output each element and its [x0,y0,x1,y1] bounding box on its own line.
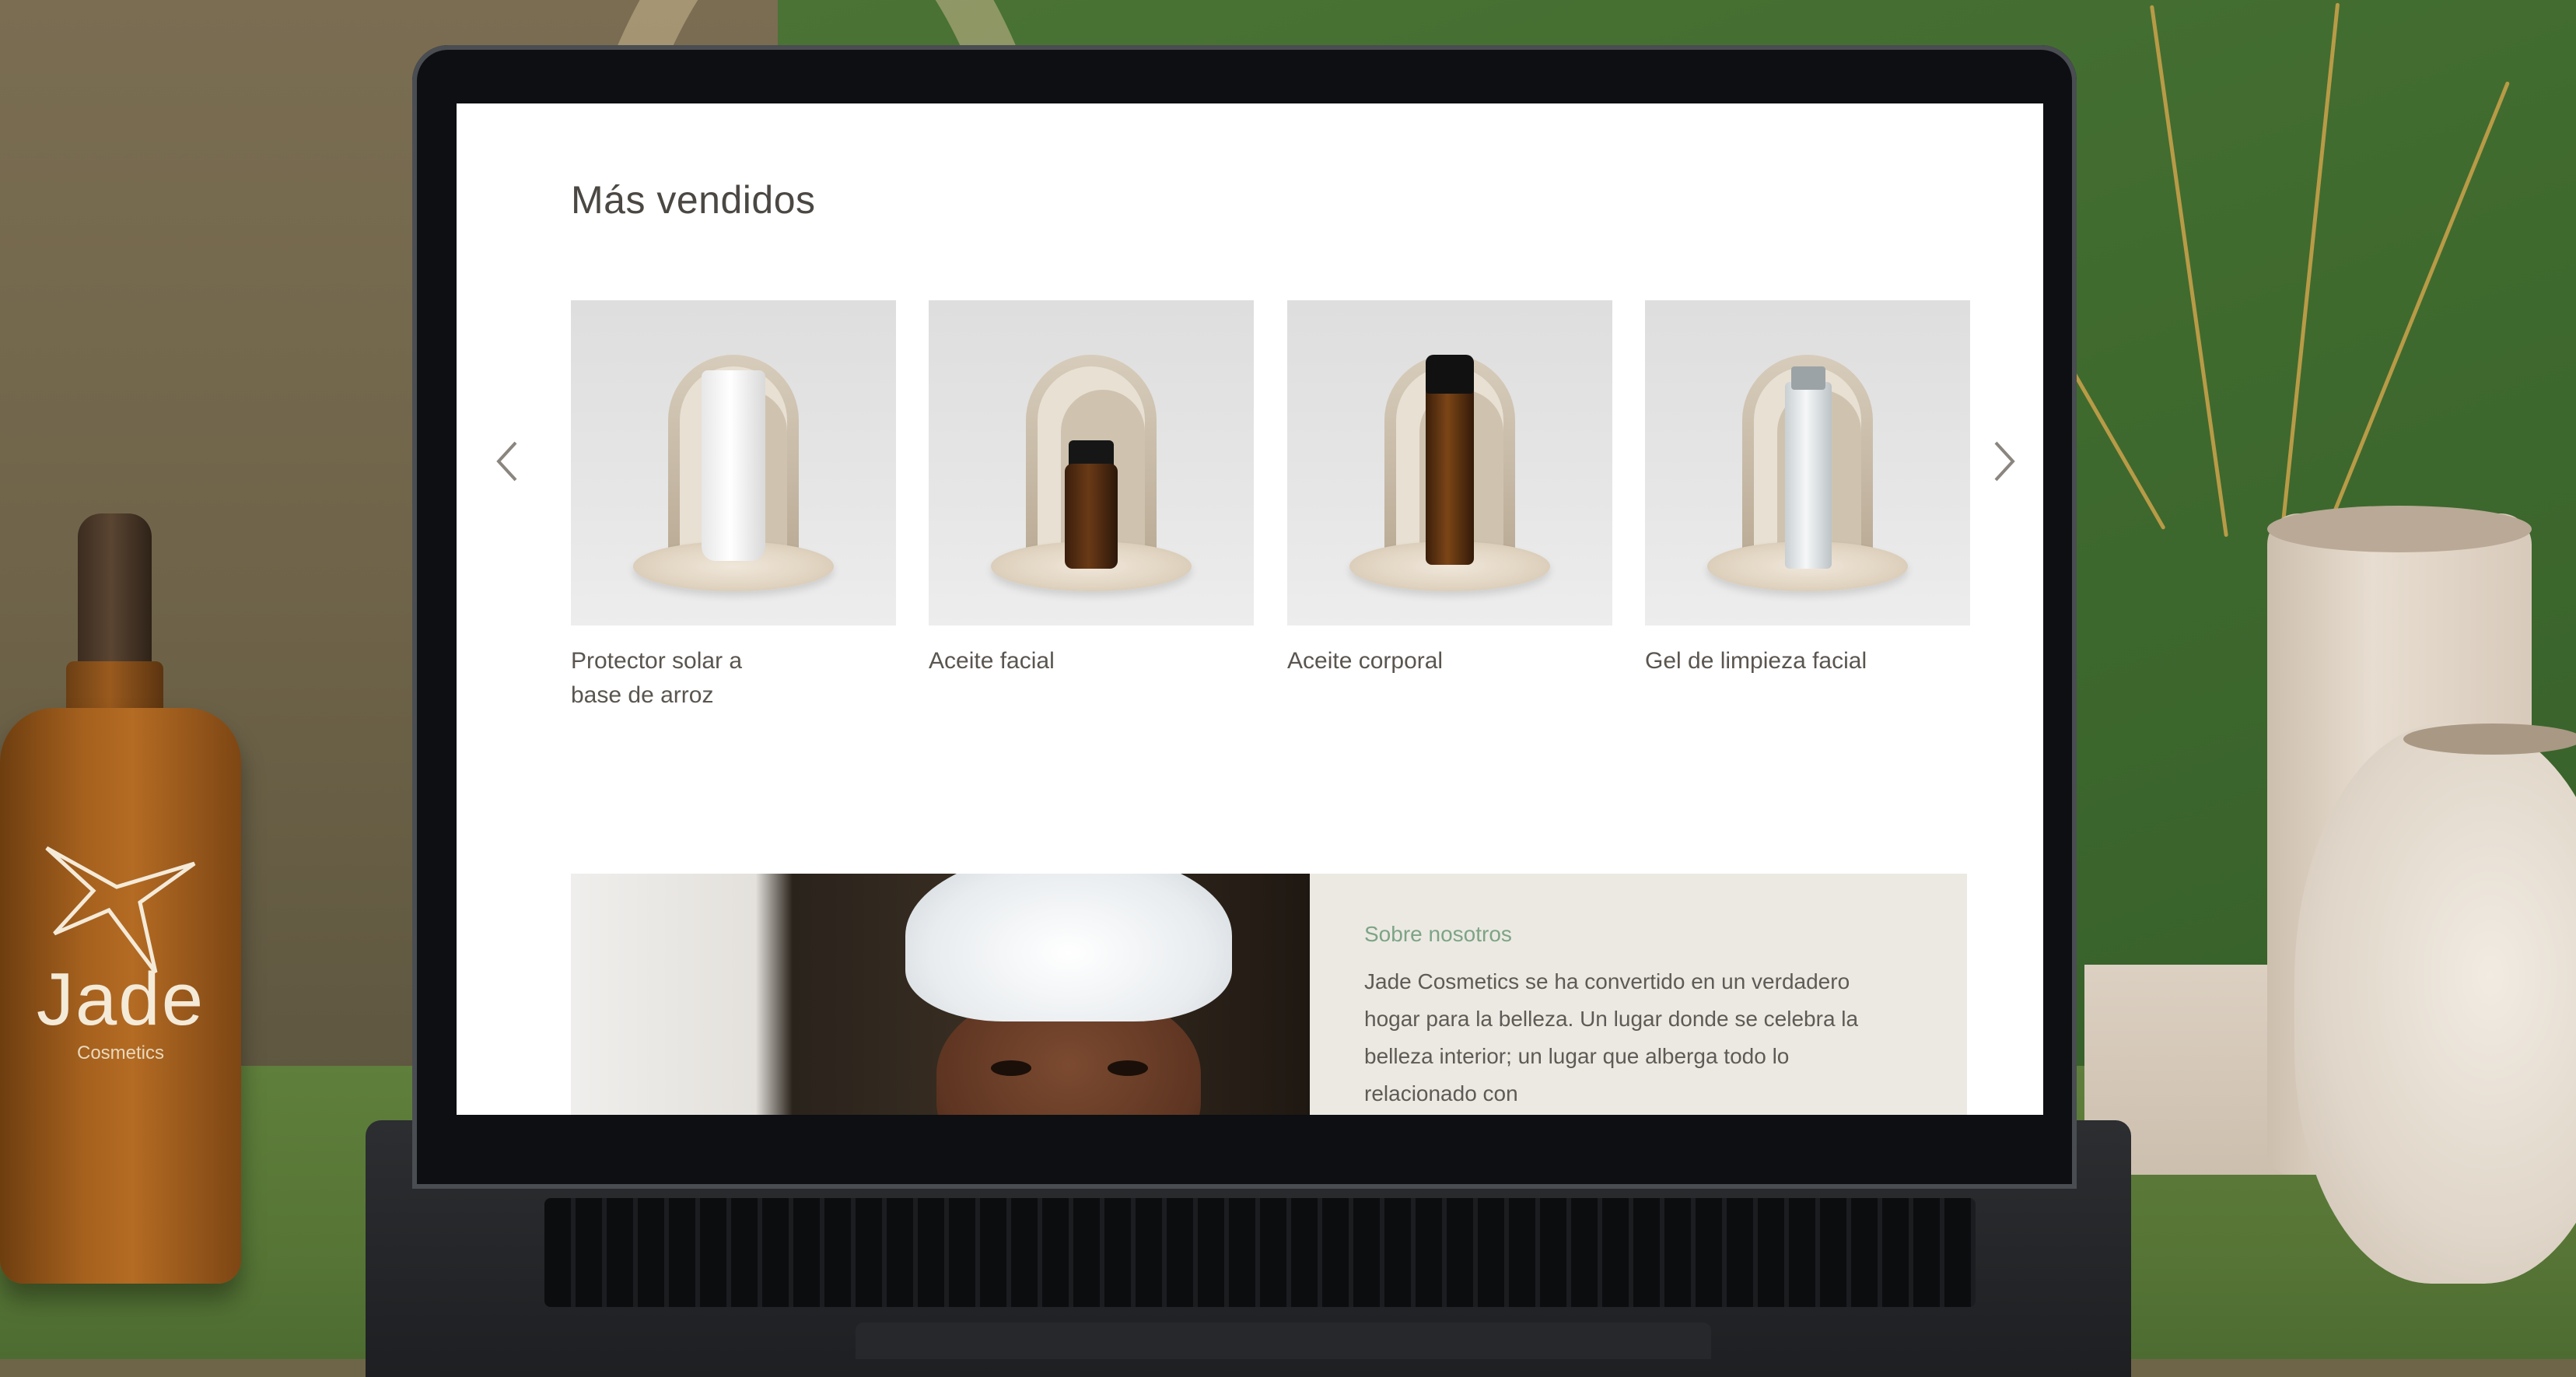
about-text: Jade Cosmetics se ha convertido en un ve… [1364,969,1859,1105]
chevron-left-icon [496,441,517,482]
eye [991,1060,1031,1076]
sunscreen-tube [702,370,765,561]
product-name-line: Protector solar a [571,648,743,674]
product-image[interactable] [929,300,1254,625]
carousel-next-button[interactable] [1981,430,2028,492]
vase-mouth [2403,724,2576,755]
bottle-subtitle: Cosmetics [76,1042,165,1063]
laptop-keyboard [544,1198,1976,1307]
dropper-bottle [1065,464,1118,569]
product-image[interactable] [1287,300,1612,625]
product-name[interactable]: Aceite facial [929,644,1254,678]
vase [2294,724,2576,1284]
carousel-prev-button[interactable] [484,430,530,492]
dropper-cap [78,513,152,677]
product-name[interactable]: Aceite corporal [1287,644,1612,678]
about-title[interactable]: Sobre nosotros [1364,922,1512,947]
chevron-right-icon [1994,441,2015,482]
vase-mouth [2267,506,2532,552]
bottle-cap [1426,355,1474,394]
product-card[interactable]: Gel de limpieza facial [1645,300,1970,678]
product-image[interactable] [1645,300,1970,625]
hair-towel [905,874,1232,1021]
product-card[interactable]: Aceite corporal [1287,300,1612,678]
product-name-line: base de arroz [571,682,714,708]
laptop-screen: Más vendidos Protector solar a base de a… [457,103,2043,1115]
product-card[interactable]: Aceite facial [929,300,1254,678]
bottle-cap [1791,366,1825,390]
roller-bottle [1426,386,1474,565]
product-card[interactable]: Protector solar a base de arroz [571,300,896,713]
eye [1108,1060,1148,1076]
section-title: Más vendidos [571,178,816,222]
about-photo [571,874,1310,1115]
product-name[interactable]: Gel de limpieza facial [1645,644,1970,678]
pump-bottle [1785,382,1832,569]
bottle-brand: Jade [36,958,205,1041]
laptop-trackpad [856,1323,1711,1359]
about-panel: Sobre nosotros Jade Cosmetics se ha conv… [1310,874,1967,1115]
product-name[interactable]: Protector solar a base de arroz [571,644,896,713]
product-image[interactable] [571,300,896,625]
